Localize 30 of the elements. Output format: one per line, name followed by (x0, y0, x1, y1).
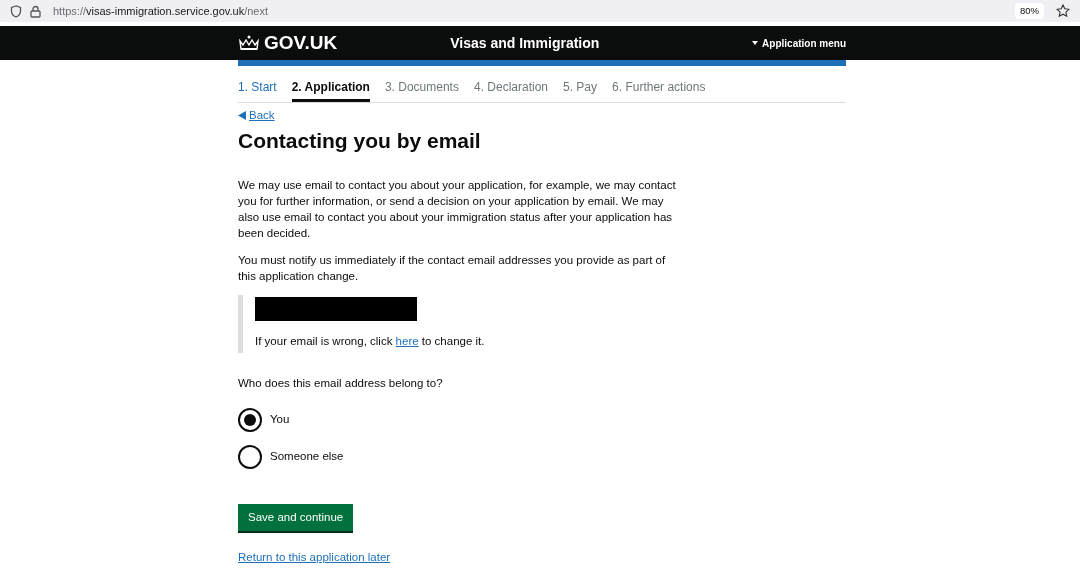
service-name[interactable]: Visas and Immigration (450, 32, 600, 54)
page-heading: Contacting you by email (238, 128, 482, 154)
question-label: Who does this email address belong to? (238, 375, 444, 391)
progress-step[interactable]: 3. Documents (384, 78, 459, 102)
shield-icon (10, 4, 22, 18)
back-arrow-icon[interactable] (238, 111, 246, 121)
body-text: We may use email to contact you about your application, for example, we may contact you for further information, or send a decision on your application by email. We may also use email to contact you about your immigration status after your application has been decided. (238, 178, 677, 242)
crown-icon (238, 35, 260, 51)
radio-label[interactable]: You (270, 411, 290, 429)
radio-button[interactable] (238, 407, 262, 432)
save-and-continue-button[interactable]: Save and continue (238, 503, 354, 534)
back-link[interactable]: Back (249, 107, 275, 125)
change-email-link[interactable]: here (395, 335, 419, 348)
bookmark-star-icon[interactable] (1056, 4, 1070, 18)
radio-button[interactable] (238, 444, 262, 469)
progress-step[interactable]: 5. Pay (563, 78, 598, 102)
lock-icon (30, 4, 41, 18)
return-later-link[interactable]: Return to this application later (238, 551, 391, 564)
radio-label[interactable]: Someone else (270, 448, 344, 466)
inset-text: If your email is wrong, click here to change it. (255, 334, 486, 350)
zoom-level[interactable]: 80% (1015, 2, 1044, 20)
gov-uk-logo[interactable]: GOV.UK (264, 28, 338, 58)
progress-step[interactable]: 2. Application (291, 78, 370, 102)
progress-step[interactable]: 1. Start (238, 78, 277, 102)
body-text: You must notify us immediately if the contact email addresses you provide as part of this application change. (238, 253, 667, 285)
caret-icon[interactable] (752, 41, 759, 45)
application-menu[interactable]: Application menu (762, 35, 846, 51)
progress-step[interactable]: 6. Further actions (612, 78, 706, 102)
address-bar-url[interactable]: https://visas-immigration.service.gov.uk/next (53, 2, 268, 20)
progress-step[interactable]: 4. Declaration (473, 78, 548, 102)
